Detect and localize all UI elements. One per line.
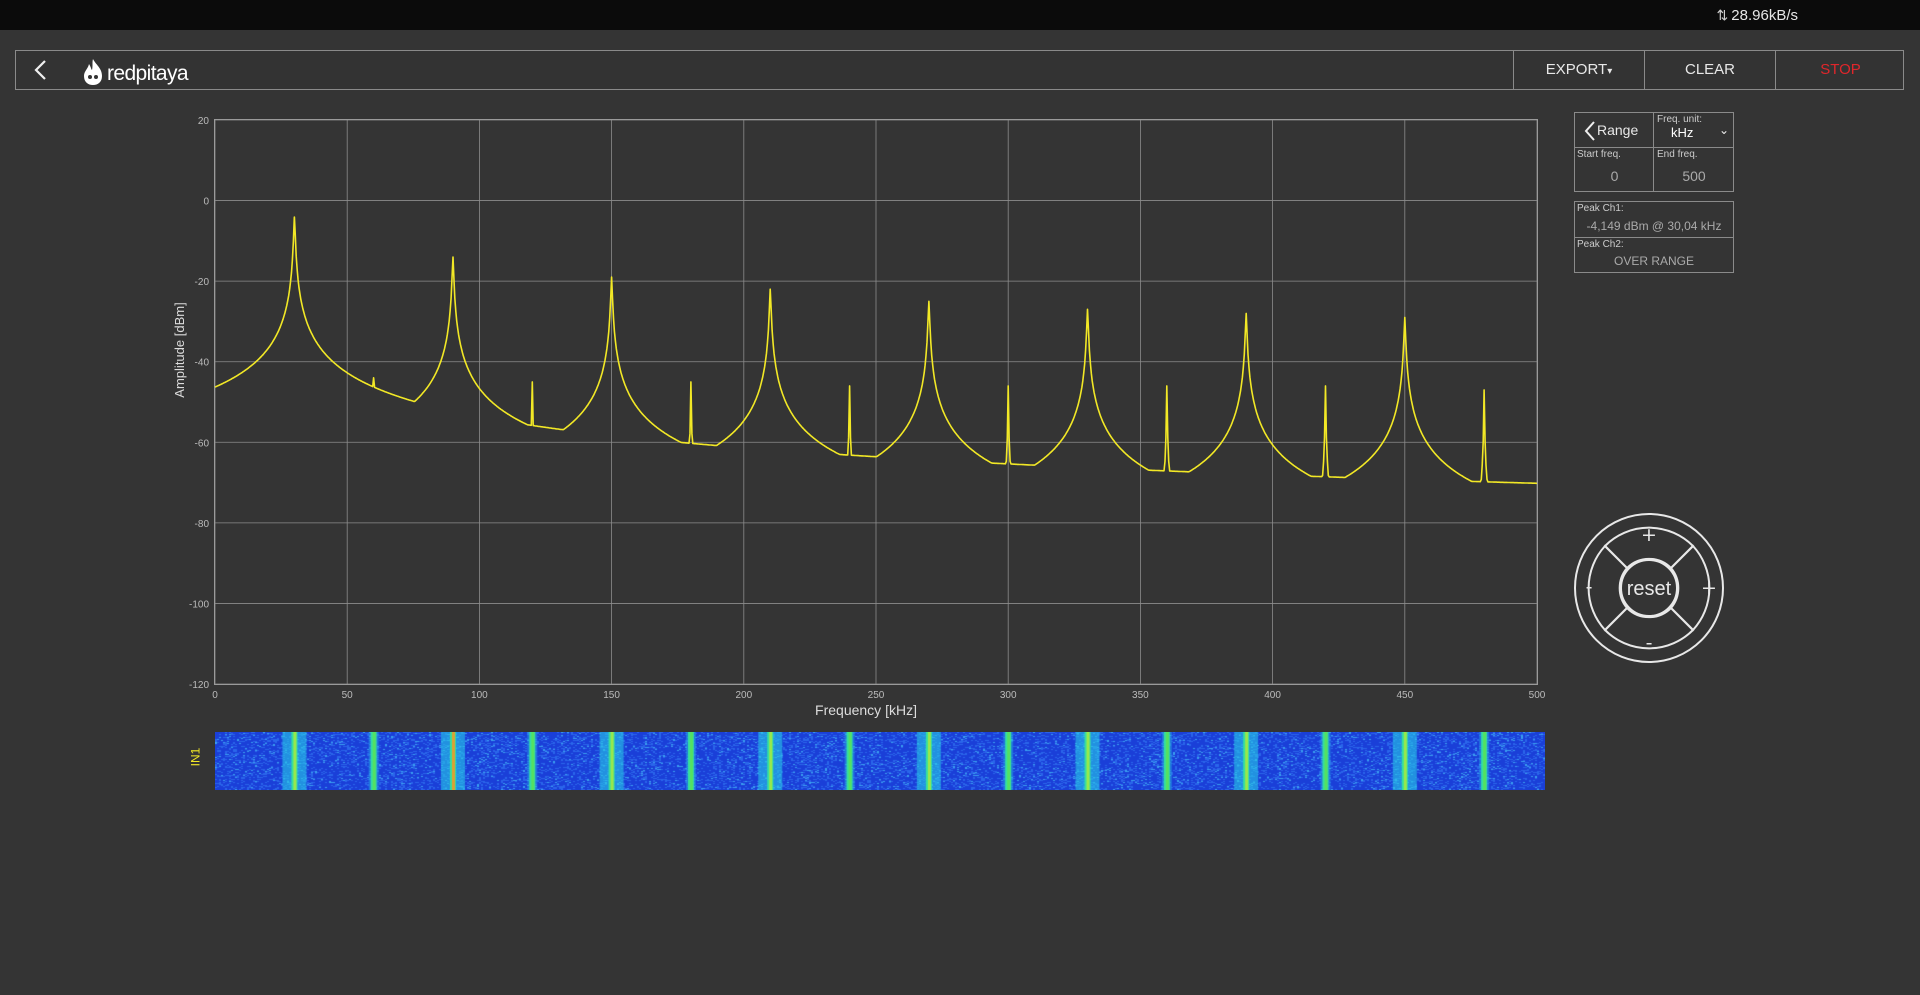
spectrum-chart[interactable]: 0 50 100 150 200 250 300 350 400 450 500200-20-40-… xyxy=(0,0,1560,800)
y-tick-label: 20 xyxy=(198,116,210,127)
zoom-reset-label: reset xyxy=(1627,578,1672,600)
peak-ch2-value: OVER RANGE xyxy=(1613,254,1694,268)
zoom-in-y-label: + xyxy=(1641,524,1657,546)
x-axis-label: Frequency [kHz] xyxy=(815,702,917,718)
start-freq-label: Start freq. xyxy=(1577,149,1621,160)
peak-ch1-label: Peak Ch1: xyxy=(1577,203,1624,214)
x-tick-label: 50 xyxy=(342,690,354,701)
freq-unit-value: kHz xyxy=(1671,125,1694,140)
x-tick-label: 500 xyxy=(1529,690,1546,701)
y-tick-label: -100 xyxy=(189,599,209,610)
x-tick-label: 250 xyxy=(868,690,885,701)
x-tick-label: 300 xyxy=(1000,690,1017,701)
range-label: Range xyxy=(1597,122,1639,138)
peak-ch2: Peak Ch2: OVER RANGE xyxy=(1575,238,1733,272)
waterfall-channel-label: IN1 xyxy=(188,747,203,767)
network-speed: ⇅ 28.96kB/s xyxy=(1717,7,1798,24)
y-tick-label: 0 xyxy=(203,197,209,208)
freq-unit-select[interactable]: Freq. unit: kHz ⌄ xyxy=(1654,113,1734,148)
network-speed-value: 28.96kB/s xyxy=(1731,7,1798,24)
freq-unit-label: Freq. unit: xyxy=(1657,114,1703,125)
start-freq-field[interactable]: Start freq. 0 xyxy=(1575,148,1654,192)
transfer-arrows-icon: ⇅ xyxy=(1716,7,1729,23)
stop-label: STOP xyxy=(1820,61,1861,78)
range-button[interactable]: Range xyxy=(1575,113,1654,148)
x-tick-label: 450 xyxy=(1396,690,1413,701)
zoom-reset-button[interactable]: reset xyxy=(1620,559,1678,617)
peak-ch1-value: -4,149 dBm @ 30,04 kHz xyxy=(1586,219,1722,233)
range-panel: Range Freq. unit: kHz ⌄ Start freq. 0 En… xyxy=(1574,112,1734,192)
waterfall-display[interactable] xyxy=(215,732,1545,790)
clear-label: CLEAR xyxy=(1684,61,1736,78)
y-tick-label: -40 xyxy=(195,358,210,369)
y-axis-label: Amplitude [dBm] xyxy=(172,302,187,397)
x-tick-label: 350 xyxy=(1132,690,1149,701)
peak-ch1: Peak Ch1: -4,149 dBm @ 30,04 kHz xyxy=(1575,202,1733,238)
stop-button[interactable]: STOP xyxy=(1775,51,1905,89)
zoom-control: + - - + reset xyxy=(1574,513,1724,663)
chevron-left-icon xyxy=(1584,121,1595,141)
x-tick-label: 200 xyxy=(735,690,752,701)
caret-down-icon: ▾ xyxy=(1607,66,1613,77)
x-tick-label: 0 xyxy=(212,690,218,701)
zoom-out-x-label: - xyxy=(1586,576,1593,598)
zoom-out-y-label: - xyxy=(1646,632,1653,654)
x-tick-label: 400 xyxy=(1264,690,1281,701)
start-freq-value: 0 xyxy=(1610,168,1619,184)
peak-ch2-label: Peak Ch2: xyxy=(1577,239,1624,250)
x-tick-label: 100 xyxy=(471,690,488,701)
y-tick-label: -20 xyxy=(195,277,210,288)
end-freq-value: 500 xyxy=(1682,168,1706,184)
clear-button[interactable]: CLEAR xyxy=(1644,51,1775,89)
chevron-down-icon: ⌄ xyxy=(1718,123,1729,137)
zoom-out-y-button[interactable]: - xyxy=(1603,606,1695,654)
y-tick-label: -120 xyxy=(189,680,209,691)
y-tick-label: -60 xyxy=(195,438,210,449)
zoom-in-x-label: + xyxy=(1701,577,1717,599)
y-tick-label: -80 xyxy=(195,519,210,530)
zoom-in-y-button[interactable]: + xyxy=(1603,524,1695,570)
end-freq-label: End freq. xyxy=(1657,149,1698,160)
peak-panel: Peak Ch1: -4,149 dBm @ 30,04 kHz Peak Ch… xyxy=(1574,201,1734,273)
end-freq-field[interactable]: End freq. 500 xyxy=(1654,148,1734,192)
x-tick-label: 150 xyxy=(603,690,620,701)
